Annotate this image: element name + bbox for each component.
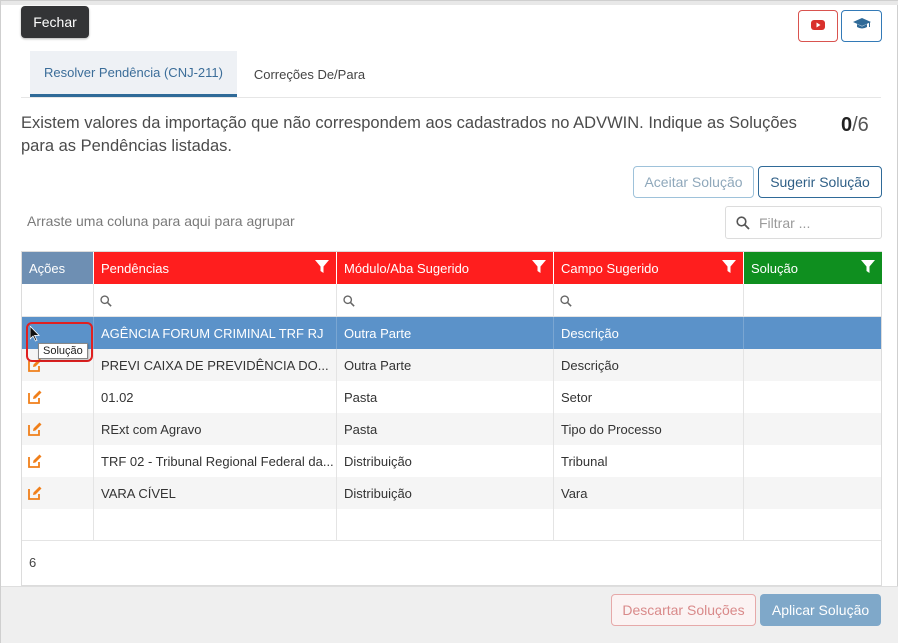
help-course-button[interactable]	[841, 10, 882, 42]
filter-cell-pendencias[interactable]	[94, 284, 337, 317]
filter-cell-campo[interactable]	[554, 284, 744, 317]
total-count: /6	[852, 114, 869, 136]
modulo-cell: Outra Parte	[337, 317, 554, 349]
modulo-cell: Outra Parte	[337, 349, 554, 381]
pendencias-grid: Ações Pendências Módulo/Aba Sugerido Cam…	[21, 251, 882, 586]
youtube-icon	[811, 17, 825, 35]
filter-cell-acoes	[22, 284, 94, 317]
solucao-cell[interactable]	[744, 349, 881, 381]
modulo-cell: Pasta	[337, 381, 554, 413]
column-header-label: Pendências	[101, 260, 169, 276]
campo-cell: Descrição	[554, 317, 744, 349]
table-row[interactable]: AGÊNCIA FORUM CRIMINAL TRF RJ Outra Part…	[22, 317, 881, 349]
modulo-cell: Distribuição	[337, 477, 554, 509]
table-row[interactable]: PREVI CAIXA DE PREVIDÊNCIA DO... Outra P…	[22, 349, 881, 381]
discard-solutions-button[interactable]: Descartar Soluções	[611, 594, 756, 626]
filter-funnel-icon[interactable]	[722, 260, 736, 274]
campo-cell: Vara	[554, 477, 744, 509]
column-header-solucao[interactable]: Solução	[744, 252, 882, 284]
pendencia-cell: PREVI CAIXA DE PREVIDÊNCIA DO...	[94, 349, 337, 381]
edit-icon[interactable]	[28, 454, 42, 468]
tab-bar: Resolver Pendência (CNJ-211) Correções D…	[21, 51, 881, 98]
pendencia-cell: RExt com Agravo	[94, 413, 337, 445]
search-placeholder: Filtrar ...	[759, 214, 811, 231]
empty-cell	[94, 508, 337, 541]
search-icon	[343, 294, 355, 307]
search-icon	[736, 215, 750, 230]
pendencia-cell: TRF 02 - Tribunal Regional Federal da...	[94, 445, 337, 477]
column-header-acoes[interactable]: Ações	[22, 252, 93, 284]
video-tutorial-button[interactable]	[798, 10, 838, 42]
graduation-cap-icon	[852, 17, 871, 35]
grid-search-input[interactable]: Filtrar ...	[725, 206, 882, 239]
group-by-hint: Arraste uma coluna para aqui para agrupa…	[27, 213, 295, 229]
campo-cell: Descrição	[554, 349, 744, 381]
empty-row	[22, 508, 881, 541]
column-filter-row	[22, 284, 881, 317]
suggest-solution-button[interactable]: Sugerir Solução	[758, 166, 882, 198]
solucao-cell[interactable]	[744, 317, 881, 349]
solucao-cell[interactable]	[744, 413, 881, 445]
edit-icon[interactable]	[28, 486, 42, 500]
mouse-cursor-icon	[30, 326, 40, 342]
pendencia-cell: VARA CÍVEL	[94, 477, 337, 509]
search-icon	[100, 294, 112, 307]
pendencia-cell: 01.02	[94, 381, 337, 413]
empty-cell	[22, 508, 94, 541]
resolved-count: 0	[841, 114, 853, 136]
empty-cell	[744, 508, 881, 541]
filter-cell-modulo[interactable]	[337, 284, 554, 317]
campo-cell: Setor	[554, 381, 744, 413]
empty-cell	[554, 508, 744, 541]
column-header-label: Módulo/Aba Sugerido	[344, 260, 470, 276]
modulo-cell: Pasta	[337, 413, 554, 445]
table-row[interactable]: VARA CÍVEL Distribuição Vara	[22, 477, 881, 509]
resolution-counter: 0/6	[841, 112, 869, 138]
campo-cell: Tribunal	[554, 445, 744, 477]
top-strip	[1, 1, 898, 5]
solucao-cell[interactable]	[744, 381, 881, 413]
column-header-label: Solução	[751, 260, 798, 276]
accept-solution-button[interactable]: Aceitar Solução	[633, 166, 754, 198]
table-row[interactable]: TRF 02 - Tribunal Regional Federal da...…	[22, 445, 881, 477]
empty-cell	[337, 508, 554, 541]
column-header-modulo[interactable]: Módulo/Aba Sugerido	[337, 252, 553, 284]
actions-cell	[22, 381, 94, 413]
table-row[interactable]: RExt com Agravo Pasta Tipo do Processo	[22, 413, 881, 445]
tab-resolver-pendencia[interactable]: Resolver Pendência (CNJ-211)	[30, 51, 237, 97]
column-header-pendencias[interactable]: Pendências	[94, 252, 336, 284]
search-icon	[560, 294, 572, 307]
actions-cell	[22, 445, 94, 477]
tab-correcoes-de-para[interactable]: Correções De/Para	[237, 51, 382, 97]
solucao-cell[interactable]	[744, 477, 881, 509]
campo-cell: Tipo do Processo	[554, 413, 744, 445]
column-header-label: Ações	[29, 260, 66, 276]
pendencia-cell: AGÊNCIA FORUM CRIMINAL TRF RJ	[94, 317, 337, 349]
dialog: Fechar Resolver Pendência (CNJ-211) Corr…	[0, 0, 898, 643]
filter-funnel-icon[interactable]	[315, 260, 329, 274]
actions-cell	[22, 413, 94, 445]
filter-funnel-icon[interactable]	[532, 260, 546, 274]
column-header-label: Campo Sugerido	[561, 260, 659, 276]
modulo-cell: Distribuição	[337, 445, 554, 477]
tooltip: Solução	[38, 343, 88, 359]
filter-funnel-icon[interactable]	[861, 260, 875, 274]
record-count: 6	[29, 555, 37, 570]
close-button[interactable]: Fechar	[21, 6, 89, 38]
edit-icon[interactable]	[28, 390, 42, 404]
filter-cell-solucao	[744, 284, 881, 317]
apply-solution-button[interactable]: Aplicar Solução	[760, 594, 881, 626]
edit-icon[interactable]	[28, 422, 42, 436]
table-row[interactable]: 01.02 Pasta Setor	[22, 381, 881, 413]
column-header-campo[interactable]: Campo Sugerido	[554, 252, 743, 284]
solucao-cell[interactable]	[744, 445, 881, 477]
actions-cell	[22, 477, 94, 509]
instruction-message: Existem valores da importação que não co…	[21, 114, 797, 155]
